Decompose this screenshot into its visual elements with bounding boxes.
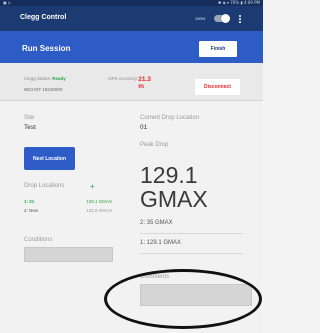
connection-toggle[interactable] bbox=[214, 14, 230, 23]
annotation-oval bbox=[104, 269, 262, 329]
peak-drop-value: 129.1 bbox=[140, 162, 198, 188]
app-screen: ▣ ▷ ✱ ◈ ▾ 70% ▮ 4:09 PM Clegg Control 10… bbox=[0, 0, 263, 333]
disconnect-button[interactable]: Disconnect bbox=[195, 79, 240, 95]
device-status-label: Clegg Status: bbox=[24, 76, 52, 81]
site-label: Site bbox=[24, 115, 35, 121]
drop-locations-label: Drop Locations bbox=[24, 183, 65, 189]
divider bbox=[140, 233, 243, 234]
drop-location-name: 1: 01 bbox=[24, 199, 35, 204]
add-location-icon[interactable]: + bbox=[90, 183, 95, 191]
overflow-menu-icon[interactable] bbox=[238, 14, 242, 24]
finish-button[interactable]: Finish bbox=[199, 41, 237, 57]
conditions-label: Conditions bbox=[24, 237, 53, 243]
session-title-bar: Run Session Finish bbox=[0, 31, 263, 63]
current-drop-value: 01 bbox=[140, 124, 148, 131]
toggle-knob bbox=[221, 14, 230, 23]
drop-location-name: 2: New bbox=[24, 208, 39, 213]
drop-reading: 1: 129.1 GMAX bbox=[140, 240, 182, 246]
gps-value: 21.3 m bbox=[138, 76, 151, 90]
device-status-value: Ready bbox=[52, 76, 66, 81]
peak-drop-unit: GMAX bbox=[140, 186, 208, 212]
divider bbox=[140, 253, 243, 254]
battery-label: 100% bbox=[195, 16, 206, 21]
site-value: Test bbox=[24, 124, 36, 131]
gps-label: GPS Accuracy: bbox=[108, 76, 139, 81]
current-drop-label: Current Drop Location bbox=[140, 115, 200, 121]
next-location-button[interactable]: Next Location bbox=[24, 147, 75, 170]
device-status: Clegg Status: Ready bbox=[24, 76, 66, 81]
peak-drop-label: Peak Drop bbox=[140, 142, 169, 148]
drop-location-reading: 129.1 GMAX bbox=[86, 199, 112, 204]
gps-accuracy: GPS Accuracy: 21.3 m bbox=[108, 76, 151, 90]
drop-location-reading: 132.9 GMAX bbox=[86, 208, 112, 213]
device-id: 96CHST 18248900 bbox=[24, 87, 63, 92]
app-title: Clegg Control bbox=[20, 14, 67, 21]
page-title: Run Session bbox=[22, 44, 71, 53]
conditions-field[interactable] bbox=[24, 247, 113, 262]
app-bar: Clegg Control 100% bbox=[0, 6, 263, 31]
drop-reading: 2: 35 GMAX bbox=[140, 220, 173, 226]
device-info-row: Clegg Status: Ready 96CHST 18248900 GPS … bbox=[0, 63, 263, 101]
